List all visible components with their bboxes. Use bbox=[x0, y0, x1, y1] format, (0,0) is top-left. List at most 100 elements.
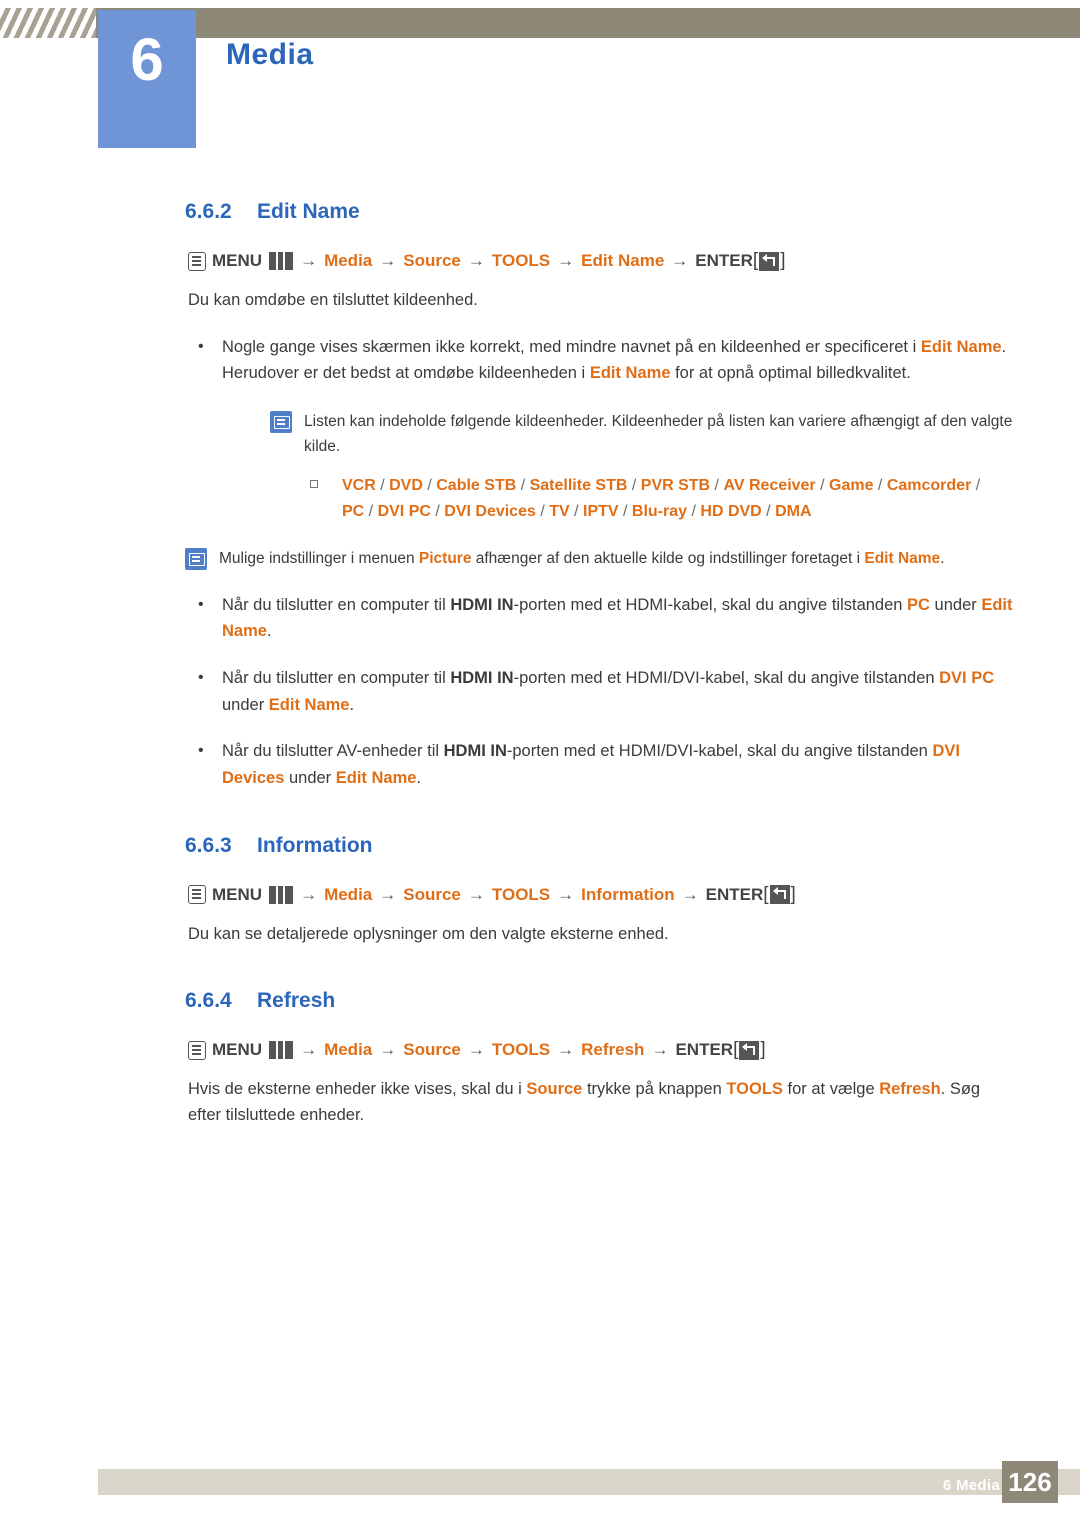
path-item-refresh: Refresh bbox=[581, 1040, 645, 1060]
bracket-close: ] bbox=[790, 883, 796, 905]
keyword-tools: TOOLS bbox=[726, 1080, 783, 1099]
device-cable-stb: Cable STB bbox=[436, 477, 517, 495]
path-item-media: Media bbox=[324, 251, 373, 270]
enter-key-icon bbox=[759, 251, 780, 271]
menu-label: MENU bbox=[212, 884, 263, 904]
bullet-part-4: . bbox=[266, 622, 272, 641]
note-part-2: afhænger af den aktuelle kilde og indsti… bbox=[471, 550, 865, 568]
bullet-part-1: Når du tilslutter en computer til bbox=[222, 668, 451, 687]
bullet-text: Når du tilslutter AV-enheder til HDMI IN… bbox=[222, 738, 1022, 791]
menu-button-icon bbox=[188, 885, 206, 905]
refresh-part-2: trykke på knappen bbox=[582, 1080, 727, 1099]
device-pvr-stb: PVR STB bbox=[640, 477, 711, 495]
path-item-information: Information bbox=[581, 884, 675, 904]
keyword-edit-name: Edit Name bbox=[268, 695, 350, 714]
note-icon bbox=[270, 411, 304, 459]
keyword-hdmi-in: HDMI IN bbox=[443, 742, 507, 761]
bullet-part-4: . bbox=[349, 695, 355, 714]
keyword-dvi-pc: DVI PC bbox=[939, 668, 995, 687]
keyword-refresh: Refresh bbox=[879, 1080, 941, 1099]
menu-button-icon bbox=[188, 1040, 206, 1060]
device-blu-ray: Blu-ray bbox=[631, 502, 688, 520]
section-number: 6.6.4 bbox=[185, 989, 232, 1013]
section-body-refresh: Hvis de eksterne enheder ikke vises, ska… bbox=[188, 1077, 1008, 1128]
bullet-marker: • bbox=[198, 337, 204, 355]
path-item-source: Source bbox=[403, 1040, 461, 1060]
bullet-item: • Nogle gange vises skærmen ikke korrekt… bbox=[192, 334, 1022, 387]
bullet-part-2: -porten med et HDMI-kabel, skal du angiv… bbox=[513, 595, 908, 614]
page-footer: 6 Media 126 bbox=[0, 1457, 1080, 1527]
menu-path-edit-name: MENU → Media → Source → TOOLS → Edit Nam… bbox=[188, 250, 1080, 272]
footer-bar bbox=[98, 1469, 1080, 1495]
bracket-open: [ bbox=[752, 250, 759, 271]
header-hatch-decoration bbox=[0, 8, 96, 38]
section-title: Refresh bbox=[257, 989, 336, 1013]
path-item-source: Source bbox=[403, 884, 461, 904]
path-item-edit-name: Edit Name bbox=[581, 251, 665, 270]
device-dvi-pc: DVI PC bbox=[377, 502, 431, 520]
refresh-part-3: for at vælge bbox=[782, 1080, 880, 1099]
menu-path-information: MENU → Media → Source → TOOLS → Informat… bbox=[188, 884, 1080, 906]
enter-key-icon bbox=[739, 1040, 760, 1060]
grid-icon bbox=[269, 885, 294, 904]
device-game: Game bbox=[829, 477, 874, 495]
section-heading-refresh: 6.6.4 Refresh bbox=[185, 989, 1080, 1013]
device-dvd: DVD bbox=[389, 477, 423, 495]
path-item-tools: TOOLS bbox=[491, 884, 551, 904]
footer-chapter-label: 6 Media bbox=[942, 1477, 1000, 1494]
menu-label: MENU bbox=[212, 1040, 263, 1060]
section-intro-information: Du kan se detaljerede oplysninger om den… bbox=[188, 924, 669, 943]
note-part-3: . bbox=[940, 550, 945, 568]
keyword-hdmi-in: HDMI IN bbox=[450, 595, 514, 614]
menu-button-icon bbox=[188, 251, 206, 271]
bullet-part-3: under bbox=[284, 769, 336, 788]
bullet-part-4: . bbox=[416, 769, 422, 788]
bullet-item: • Når du tilslutter AV-enheder til HDMI … bbox=[192, 738, 1022, 791]
device-dvi-devices: DVI Devices bbox=[444, 502, 536, 520]
device-dma: DMA bbox=[775, 502, 812, 520]
device-pc: PC bbox=[342, 502, 365, 520]
bullet-part-2: -porten med et HDMI/DVI-kabel, skal du a… bbox=[506, 742, 933, 761]
bullet-text: Nogle gange vises skærmen ikke korrekt, … bbox=[222, 334, 1022, 387]
section-title: Information bbox=[257, 833, 373, 857]
bullet-marker: • bbox=[198, 668, 204, 686]
device-vcr: VCR bbox=[342, 477, 376, 495]
keyword-hdmi-in: HDMI IN bbox=[450, 668, 514, 687]
chapter-number-badge: 6 bbox=[98, 10, 196, 148]
bullet-item: • Når du tilslutter en computer til HDMI… bbox=[192, 592, 1022, 645]
device-av-receiver: AV Receiver bbox=[723, 477, 816, 495]
keyword-edit-name: Edit Name bbox=[864, 550, 941, 568]
path-enter-label: ENTER bbox=[675, 1040, 734, 1060]
grid-icon bbox=[269, 252, 294, 270]
bullet-text: Når du tilslutter en computer til HDMI I… bbox=[222, 592, 1022, 645]
page-header: 6 Media bbox=[0, 0, 1080, 148]
bullet-text: Når du tilslutter en computer til HDMI I… bbox=[222, 665, 1022, 718]
path-item-media: Media bbox=[324, 1040, 373, 1060]
note-text: Listen kan indeholde følgende kildeenhed… bbox=[304, 413, 1013, 456]
device-hd-dvd: HD DVD bbox=[700, 502, 762, 520]
bracket-close: ] bbox=[780, 250, 786, 271]
device-satellite-stb: Satellite STB bbox=[529, 477, 628, 495]
chapter-title: Media bbox=[226, 38, 314, 71]
path-item-tools: TOOLS bbox=[491, 251, 551, 270]
menu-label: MENU bbox=[212, 251, 263, 270]
note-icon bbox=[185, 548, 219, 571]
device-list-items: VCR / DVD / Cable STB / Satellite STB / … bbox=[342, 477, 981, 520]
note-block-source-list: Listen kan indeholde følgende kildeenhed… bbox=[270, 409, 1030, 459]
path-enter-label: ENTER bbox=[705, 884, 764, 904]
note-text: Mulige indstillinger i menuen Picture af… bbox=[219, 546, 945, 571]
bracket-open: [ bbox=[733, 1039, 739, 1061]
keyword-edit-name-2: Edit Name bbox=[589, 364, 671, 383]
hollow-square-marker bbox=[310, 473, 342, 524]
device-list-line-1: VCR / DVD / Cable STB / Satellite STB / … bbox=[310, 473, 1050, 524]
bracket-close: ] bbox=[760, 1039, 766, 1061]
section-number: 6.6.2 bbox=[185, 200, 232, 223]
section-intro-edit-name: Du kan omdøbe en tilsluttet kildeenhed. bbox=[188, 291, 478, 309]
bullet-part-2: -porten med et HDMI/DVI-kabel, skal du a… bbox=[513, 668, 940, 687]
bullet-marker: • bbox=[198, 742, 204, 760]
keyword-edit-name: Edit Name bbox=[335, 769, 417, 788]
bullet-part-3: under bbox=[929, 595, 982, 614]
path-enter-label: ENTER bbox=[695, 251, 753, 270]
page-number: 126 bbox=[1002, 1461, 1058, 1503]
section-number: 6.6.3 bbox=[185, 833, 232, 857]
